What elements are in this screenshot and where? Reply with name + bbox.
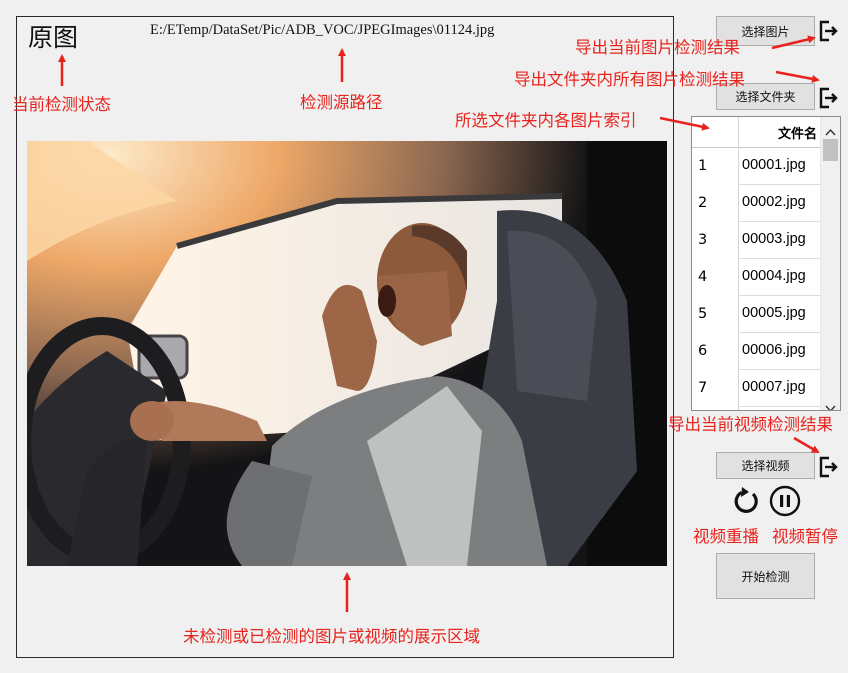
row-separator (738, 406, 822, 407)
table-row[interactable]: 7 00007.jpg (692, 370, 822, 407)
row-index: 2 (698, 195, 708, 211)
table-row[interactable]: 6 00006.jpg (692, 333, 822, 370)
table-row[interactable]: 3 00003.jpg (692, 222, 822, 259)
annotation-status: 当前检测状态 (12, 95, 111, 114)
row-index: 4 (698, 269, 708, 285)
car-driver-photo (27, 141, 667, 566)
annotation-export-folder: 导出文件夹内所有图片检测结果 (514, 70, 745, 89)
table-row[interactable]: 5 00005.jpg (692, 296, 822, 333)
annotation-pause: 视频暂停 (772, 527, 838, 546)
table-row[interactable]: 4 00004.jpg (692, 259, 822, 296)
annotation-export-image: 导出当前图片检测结果 (575, 38, 740, 57)
detection-status-label: 原图 (28, 23, 79, 52)
row-index: 7 (698, 380, 708, 396)
annotation-folder-index: 所选文件夹内各图片索引 (455, 111, 637, 130)
table-scrollbar[interactable] (820, 117, 840, 410)
export-folder-results-icon[interactable] (818, 86, 840, 110)
row-index: 3 (698, 232, 708, 248)
arrow-export-video (793, 436, 820, 454)
chevron-down-icon[interactable] (825, 398, 836, 410)
annotation-source-path: 检测源路径 (300, 93, 383, 112)
row-index: 5 (698, 306, 708, 322)
row-filename: 00007.jpg (742, 379, 806, 395)
scroll-thumb[interactable] (823, 139, 838, 161)
chevron-up-icon[interactable] (825, 121, 836, 140)
select-video-button[interactable]: 选择视频 (716, 452, 815, 479)
filename-column-header[interactable]: 文件名 (778, 123, 817, 142)
row-filename: 00003.jpg (742, 231, 806, 247)
table-row[interactable]: 2 00002.jpg (692, 185, 822, 222)
file-index-table[interactable]: 文件名 1 00001.jpg 2 00002.jpg 3 00003.jpg 4 00… (691, 116, 841, 411)
table-row[interactable]: 1 00001.jpg (692, 148, 822, 185)
row-index: 1 (698, 158, 708, 174)
image-display-area (27, 141, 667, 566)
row-filename: 00005.jpg (742, 305, 806, 321)
row-filename: 00002.jpg (742, 194, 806, 210)
replay-icon[interactable] (731, 485, 763, 517)
export-video-results-icon[interactable] (818, 455, 840, 479)
pause-icon[interactable] (769, 485, 801, 517)
row-filename: 00004.jpg (742, 268, 806, 284)
annotation-display-area: 未检测或已检测的图片或视频的展示区域 (183, 627, 480, 646)
row-filename: 00001.jpg (742, 157, 806, 173)
source-path-label: E:/ETemp/DataSet/Pic/ADB_VOC/JPEGImages\… (150, 22, 495, 38)
table-header: 文件名 (692, 117, 822, 148)
export-image-results-icon[interactable] (818, 19, 840, 43)
arrow-export-folder (775, 70, 820, 83)
annotation-replay: 视频重播 (693, 527, 759, 546)
row-filename: 00006.jpg (742, 342, 806, 358)
row-index: 6 (698, 343, 708, 359)
start-detection-button[interactable]: 开始检测 (716, 553, 815, 599)
annotation-export-video: 导出当前视频检测结果 (668, 415, 833, 434)
